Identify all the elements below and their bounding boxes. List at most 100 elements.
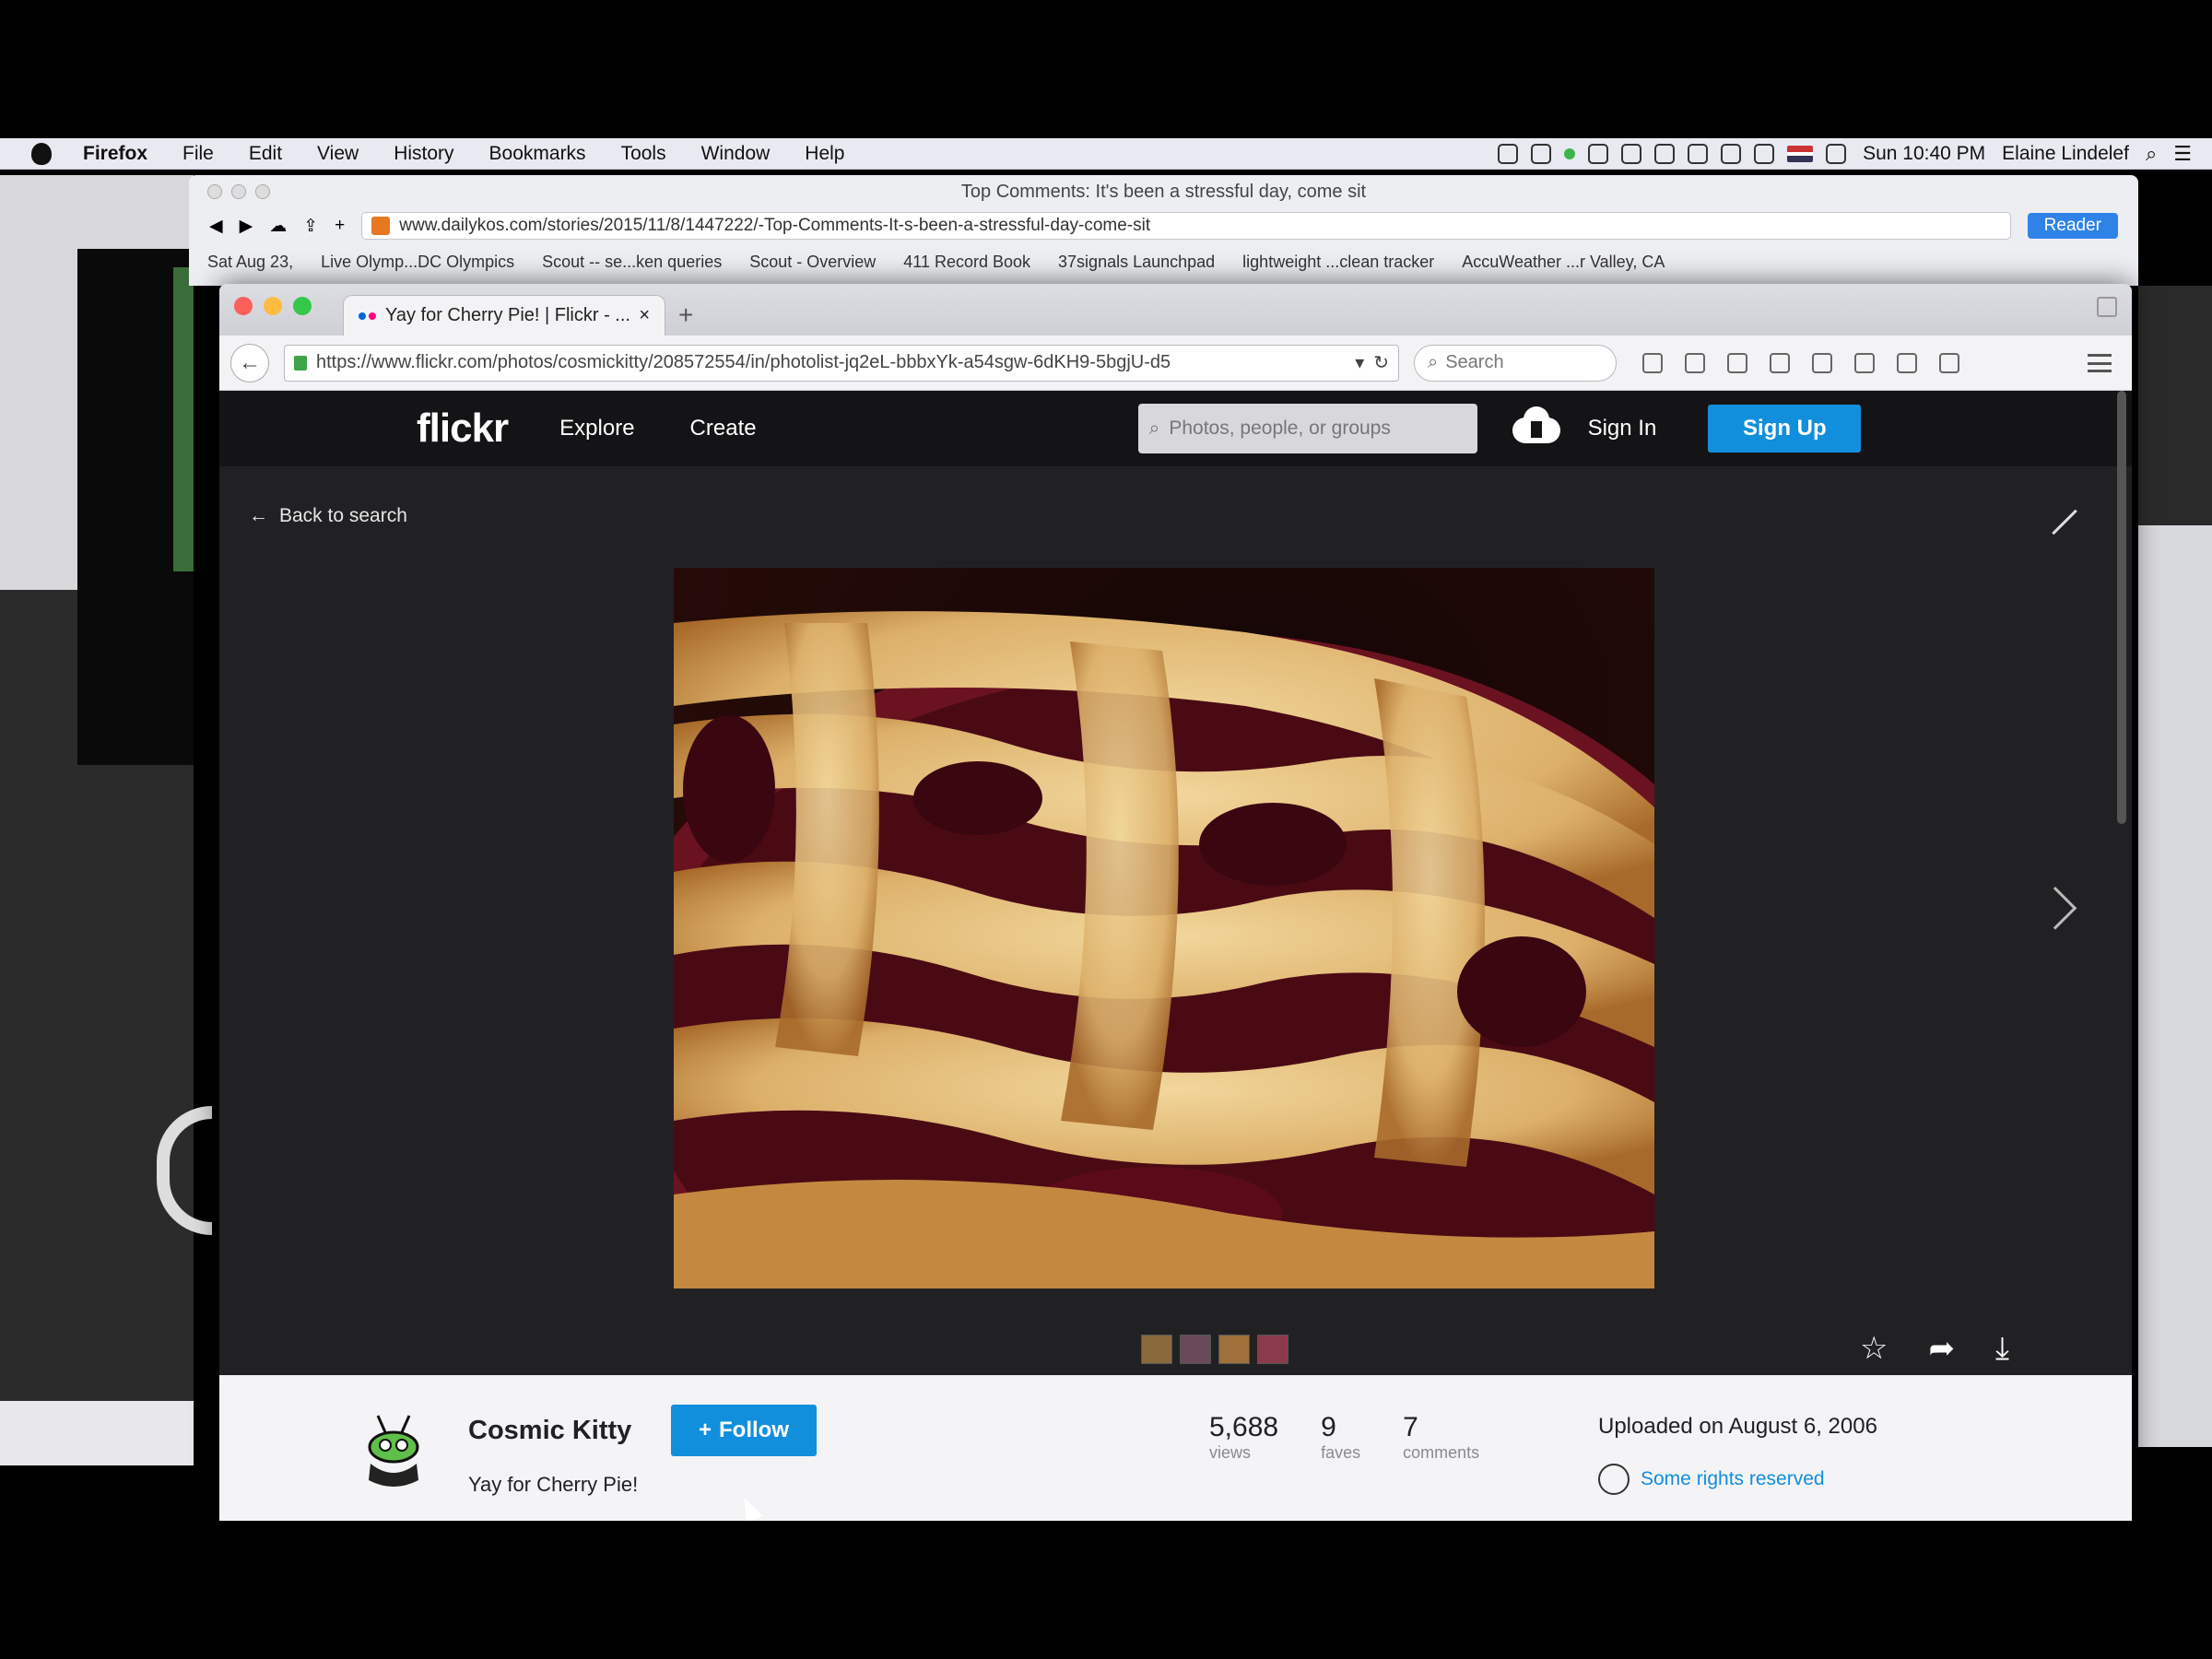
license-label: Some rights reserved bbox=[1641, 1468, 1825, 1489]
close-tab-icon[interactable]: × bbox=[639, 305, 650, 326]
photo-title: Yay for Cherry Pie! bbox=[468, 1473, 639, 1496]
sign-up-button[interactable]: Sign Up bbox=[1708, 405, 1862, 453]
input-source-flag-icon[interactable] bbox=[1787, 145, 1814, 162]
thumbnail[interactable] bbox=[1257, 1335, 1288, 1364]
cherry-pie-photo bbox=[674, 568, 1654, 1288]
status-icon[interactable] bbox=[1498, 143, 1519, 164]
nav-create[interactable]: Create bbox=[690, 416, 757, 441]
nav-explore[interactable]: Explore bbox=[559, 416, 634, 441]
bookmark-star-icon[interactable] bbox=[1727, 352, 1747, 373]
downloads-icon[interactable] bbox=[1642, 352, 1663, 373]
chevron-right-icon[interactable] bbox=[2055, 879, 2079, 927]
follow-button[interactable]: + Follow bbox=[671, 1405, 817, 1456]
author-name[interactable]: Cosmic Kitty bbox=[468, 1416, 631, 1446]
menu-app[interactable]: Firefox bbox=[83, 143, 147, 165]
menu-bookmarks[interactable]: Bookmarks bbox=[489, 143, 586, 165]
tab-flickr[interactable]: Yay for Cherry Pie! | Flickr - ... × bbox=[343, 295, 665, 335]
background-window-controls bbox=[207, 184, 270, 199]
flickr-page: flickr Explore Create ⌕ Photos, people, … bbox=[219, 391, 2132, 1521]
status-icon[interactable] bbox=[1531, 143, 1552, 164]
zoom-icon[interactable] bbox=[255, 184, 270, 199]
home-icon[interactable] bbox=[1685, 352, 1705, 373]
menu-view[interactable]: View bbox=[317, 143, 359, 165]
download-icon[interactable]: ⤓ bbox=[1995, 1333, 2009, 1364]
menu-file[interactable]: File bbox=[182, 143, 214, 165]
bookmark-item[interactable]: 37signals Launchpad bbox=[1058, 253, 1215, 272]
extension-icon[interactable] bbox=[1939, 352, 1959, 373]
status-icon[interactable] bbox=[1621, 143, 1642, 164]
new-tab-icon[interactable]: + bbox=[678, 300, 693, 330]
menu-tools[interactable]: Tools bbox=[621, 143, 666, 165]
background-window-title: Top Comments: It's been a stressful day,… bbox=[960, 181, 1367, 202]
hamburger-menu-icon[interactable] bbox=[2088, 353, 2112, 372]
reader-button[interactable]: Reader bbox=[2027, 213, 2118, 239]
stat-views: 5,688 views bbox=[1209, 1412, 1278, 1463]
stat-value: 9 bbox=[1321, 1412, 1336, 1442]
bookmark-item[interactable]: Scout - Overview bbox=[749, 253, 876, 272]
bookmark-item[interactable]: lightweight ...clean tracker bbox=[1242, 253, 1434, 272]
thumbnail[interactable] bbox=[1180, 1335, 1211, 1364]
menubar-user[interactable]: Elaine Lindelef bbox=[2002, 143, 2129, 165]
expand-icon[interactable] bbox=[2048, 505, 2081, 538]
main-photo[interactable] bbox=[674, 568, 1654, 1288]
send-icon[interactable] bbox=[1854, 352, 1875, 373]
dropbox-icon[interactable] bbox=[1588, 143, 1609, 164]
flickr-logo[interactable]: flickr bbox=[417, 406, 509, 452]
bookmark-item[interactable]: 411 Record Book bbox=[903, 253, 1030, 272]
forward-icon[interactable]: ▶ bbox=[240, 216, 253, 237]
cloud-icon[interactable]: ☁ bbox=[269, 216, 287, 237]
menu-help[interactable]: Help bbox=[805, 143, 844, 165]
back-button[interactable]: ← bbox=[230, 343, 269, 382]
wifi-icon[interactable] bbox=[1721, 143, 1742, 164]
spotlight-icon[interactable]: ⌕ bbox=[2146, 142, 2157, 166]
flickr-search-input[interactable]: ⌕ Photos, people, or groups bbox=[1137, 404, 1477, 453]
minimize-icon[interactable] bbox=[264, 297, 282, 315]
menubar-clock[interactable]: Sun 10:40 PM bbox=[1863, 143, 1985, 165]
close-icon[interactable] bbox=[207, 184, 222, 199]
share-icon[interactable]: ⇪ bbox=[303, 216, 318, 237]
background-url-field[interactable]: www.dailykos.com/stories/2015/11/8/14472… bbox=[361, 212, 2011, 240]
status-dot-icon[interactable] bbox=[1564, 147, 1576, 159]
status-icon[interactable] bbox=[1688, 143, 1709, 164]
back-icon[interactable]: ◀ bbox=[209, 216, 223, 237]
pocket-icon[interactable] bbox=[1812, 352, 1832, 373]
notification-center-icon[interactable]: ☰ bbox=[2173, 142, 2192, 166]
background-window-right bbox=[2138, 175, 2212, 1465]
dropdown-icon[interactable]: ▾ bbox=[1355, 351, 1364, 374]
bookmarks-list-icon[interactable] bbox=[1770, 352, 1790, 373]
photo-stats: 5,688 views 9 faves 7 comments bbox=[1209, 1412, 1479, 1463]
back-to-search-link[interactable]: ← Back to search bbox=[249, 505, 407, 527]
zoom-icon[interactable] bbox=[293, 297, 312, 315]
fullscreen-icon[interactable] bbox=[2097, 297, 2117, 317]
menu-edit[interactable]: Edit bbox=[249, 143, 282, 165]
upload-cloud-icon[interactable] bbox=[1512, 406, 1560, 445]
sign-in-link[interactable]: Sign In bbox=[1588, 416, 1657, 441]
menu-window[interactable]: Window bbox=[701, 143, 771, 165]
bookmark-item[interactable]: Scout -- se...ken queries bbox=[542, 253, 722, 272]
background-url-text: www.dailykos.com/stories/2015/11/8/14472… bbox=[399, 216, 1151, 235]
minimize-icon[interactable] bbox=[231, 184, 246, 199]
avatar[interactable] bbox=[352, 1408, 435, 1491]
menu-history[interactable]: History bbox=[394, 143, 453, 165]
chat-icon[interactable] bbox=[1897, 352, 1917, 373]
battery-icon[interactable] bbox=[1826, 143, 1847, 164]
bookmark-item[interactable]: Live Olymp...DC Olympics bbox=[321, 253, 514, 272]
url-bar[interactable]: https://www.flickr.com/photos/cosmickitt… bbox=[284, 344, 1399, 382]
star-icon[interactable]: ☆ bbox=[1860, 1333, 1888, 1364]
apple-icon[interactable] bbox=[31, 142, 52, 165]
page-scrollbar[interactable] bbox=[2117, 391, 2126, 824]
add-icon[interactable]: + bbox=[335, 216, 345, 236]
license-link[interactable]: Some rights reserved bbox=[1598, 1464, 1825, 1495]
share-icon[interactable]: ➦ bbox=[1928, 1333, 1955, 1364]
bookmark-item[interactable]: AccuWeather ...r Valley, CA bbox=[1462, 253, 1665, 272]
browser-search-field[interactable]: ⌕ Search bbox=[1414, 344, 1617, 382]
thumbnail[interactable] bbox=[1218, 1335, 1250, 1364]
thumbnail[interactable] bbox=[1141, 1335, 1172, 1364]
close-icon[interactable] bbox=[234, 297, 253, 315]
bookmark-item[interactable]: Sat Aug 23, bbox=[207, 253, 293, 272]
status-icon[interactable] bbox=[1654, 143, 1676, 164]
photo-info-bar: Cosmic Kitty + Follow Yay for Cherry Pie… bbox=[219, 1375, 2132, 1521]
reload-icon[interactable]: ↻ bbox=[1373, 351, 1389, 374]
stat-comments: 7 comments bbox=[1403, 1412, 1479, 1463]
volume-icon[interactable] bbox=[1754, 143, 1775, 164]
